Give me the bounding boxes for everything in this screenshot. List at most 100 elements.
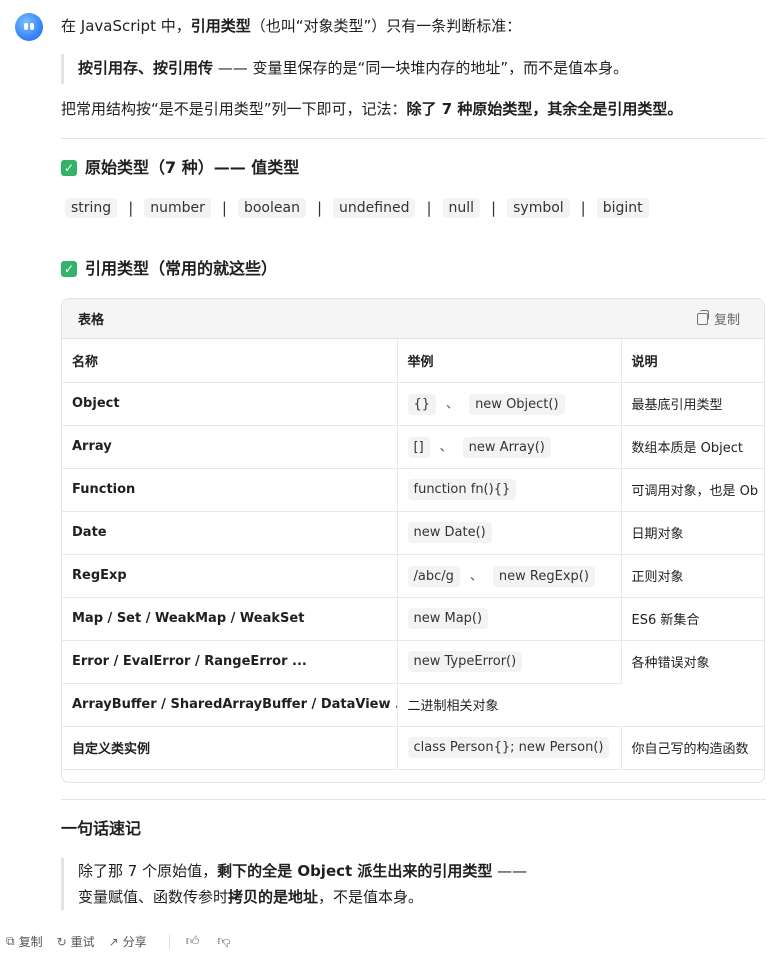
summary-title: 一句话速记 — [61, 819, 142, 838]
example-code: new Map() — [407, 608, 489, 629]
cell-desc: 最基底引用类型 — [621, 382, 764, 426]
primitive-code: boolean — [237, 198, 306, 218]
table-row: Object {} 、 new Object() 最基底引用类型 — [62, 382, 764, 426]
copy-label: 复制 — [713, 313, 740, 328]
example-code: new RegExp() — [492, 565, 595, 587]
example-code: /abc/g — [407, 565, 460, 587]
summary-line: 除了那 7 个原始值，剩下的全是 Object 派生出来的引用类型 —— — [78, 858, 527, 884]
primitive-heading: ✓ 原始类型（7 种）—— 值类型 — [61, 156, 299, 180]
separator: | — [128, 199, 134, 217]
assistant-avatar — [15, 13, 43, 41]
copy-icon — [696, 309, 709, 325]
separator: 、 — [446, 396, 460, 412]
primitive-code: undefined — [333, 198, 416, 218]
summary-bold: 拷贝的是地址 — [228, 888, 319, 906]
table-row: Map / Set / WeakMap / WeakSet new Map() … — [62, 597, 764, 641]
cell-desc: 数组本质是 Object — [621, 425, 764, 469]
intro-paragraph: 在 JavaScript 中，引用类型（也叫“对象类型”）只有一条判断标准： — [61, 14, 521, 38]
primitive-code: null — [442, 198, 481, 218]
primitive-code: symbol — [507, 198, 570, 218]
separator: | — [316, 199, 323, 217]
summary-text: 变量赋值、函数传参时 — [78, 888, 229, 906]
separator: 、 — [439, 439, 453, 455]
share-button[interactable]: ↗ 分享 — [109, 933, 147, 950]
intro-text: （也叫“对象类型”）只有一条判断标准： — [250, 17, 522, 35]
cell-desc: 正则对象 — [621, 554, 764, 598]
example-code: {} — [407, 393, 437, 415]
separator: | — [491, 199, 497, 217]
example-code: new Array() — [462, 436, 551, 458]
divider — [168, 934, 170, 949]
divider — [61, 799, 766, 800]
summary-quote: 除了那 7 个原始值，剩下的全是 Object 派生出来的引用类型 —— 变量赋… — [61, 858, 527, 910]
cell-desc — [621, 683, 764, 727]
table-copy-button[interactable]: 复制 — [696, 309, 740, 328]
primitive-code: number — [144, 198, 211, 218]
cell-example: {} 、 new Object() — [397, 382, 622, 426]
column-header: 说明 — [621, 339, 764, 383]
cell-name: Error / EvalError / RangeError ... — [62, 640, 398, 684]
copy-button[interactable]: ⧉ 复制 — [6, 933, 43, 950]
separator: | — [580, 199, 586, 217]
separator: | — [426, 199, 432, 217]
primitive-code: bigint — [596, 198, 649, 218]
thumbs-down-icon[interactable]: 👎︎ — [217, 934, 230, 949]
cell-name: Object — [62, 382, 398, 426]
refresh-icon: ↻ — [56, 934, 67, 949]
cell-example: /abc/g 、 new RegExp() — [397, 554, 622, 598]
divider — [61, 138, 766, 139]
cell-name: ArrayBuffer / SharedArrayBuffer / DataVi… — [62, 683, 398, 727]
cell-example: new TypeError() — [397, 640, 622, 684]
example-code: new Object() — [469, 393, 565, 415]
table-header-row: 名称 举例 说明 — [62, 339, 764, 383]
cell-name: 自定义类实例 — [62, 726, 398, 770]
action-label: 复制 — [18, 935, 43, 949]
cell-desc: 各种错误对象 — [621, 640, 764, 683]
note-paragraph: 把常用结构按“是不是引用类型”列一下即可，记法：除了 7 种原始类型，其余全是引… — [61, 97, 682, 121]
action-label: 重试 — [70, 935, 95, 949]
note-bold: 除了 7 种原始类型，其余全是引用类型。 — [406, 100, 683, 118]
example-code: new Date() — [407, 522, 492, 543]
summary-text: ，不是值本身。 — [318, 888, 424, 906]
cell-name: Function — [62, 468, 398, 512]
retry-button[interactable]: ↻ 重试 — [57, 933, 95, 950]
column-header: 名称 — [62, 339, 398, 383]
thumbs-up-icon[interactable]: 👍︎ — [186, 934, 200, 949]
table-row: 自定义类实例 class Person{}; new Person() 你自己写… — [62, 726, 764, 770]
intro-text: 在 JavaScript 中， — [61, 17, 191, 35]
intro-bold: 引用类型 — [190, 17, 251, 35]
share-icon: ↗ — [108, 934, 119, 949]
avatar-eye — [30, 23, 34, 30]
cell-desc: 日期对象 — [621, 511, 764, 555]
note-text: 把常用结构按“是不是引用类型”列一下即可，记法： — [61, 100, 407, 118]
primitive-list: string | number | boolean | undefined | null… — [65, 198, 649, 218]
separator: 、 — [469, 568, 483, 584]
cell-name: RegExp — [62, 554, 398, 598]
primitive-code: string — [65, 198, 118, 218]
heading-text: 引用类型（常用的就这些） — [85, 259, 278, 278]
cell-example: [] 、 new Array() — [397, 425, 622, 469]
table-row: Function function fn(){} 可调用对象，也是 Ob — [62, 468, 764, 512]
example-code: function fn(){} — [407, 479, 517, 500]
table-card-header: 表格 复制 — [62, 299, 764, 339]
reference-types-table: 名称 举例 说明 Object {}、 new Object() 最基底引用类型 … — [62, 339, 764, 770]
quote-text: —— 变量里保存的是“同一块堆内存的地址”，而不是值本身。 — [213, 59, 629, 77]
summary-text: —— — [492, 862, 528, 880]
example-code: class Person{}; new Person() — [407, 737, 610, 758]
cell-name: Map / Set / WeakMap / WeakSet — [62, 597, 398, 641]
quote-bold: 按引用存、按引用传 — [78, 59, 214, 77]
cell-name: Array — [62, 425, 398, 469]
cell-desc: 可调用对象，也是 Ob — [621, 468, 764, 512]
cell-example: 二进制相关对象 — [397, 683, 621, 727]
reference-heading: ✓ 引用类型（常用的就这些） — [61, 257, 277, 281]
check-icon: ✓ — [61, 160, 77, 176]
example-code: new TypeError() — [407, 651, 523, 672]
cell-example: class Person{}; new Person() — [397, 726, 622, 770]
table-card: 表格 复制 名称 举例 说明 Object {} 、 new Object() 最基… — [61, 298, 765, 783]
table-row: ArrayBuffer / SharedArrayBuffer / DataVi… — [62, 683, 764, 727]
message-actions: ⧉ 复制 ↻ 重试 ↗ 分享 👍︎ 👎︎ — [6, 933, 249, 950]
table-row: RegExp /abc/g 、 new RegExp() 正则对象 — [62, 554, 764, 598]
check-icon: ✓ — [61, 261, 77, 277]
heading-text: 原始类型（7 种）—— 值类型 — [85, 158, 300, 177]
table-row: Error / EvalError / RangeError ... new T… — [62, 640, 764, 684]
